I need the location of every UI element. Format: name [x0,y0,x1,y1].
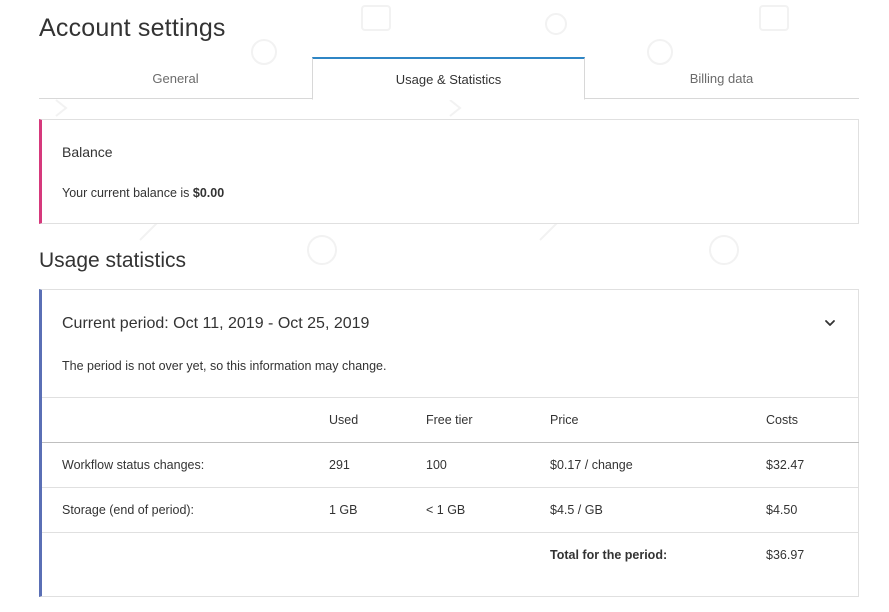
balance-text: Your current balance is $0.00 [62,186,224,200]
usage-section-title: Usage statistics [39,249,187,272]
total-spacer [426,533,550,578]
column-header-label [42,398,329,443]
column-header-price: Price [550,413,579,427]
row-price: $0.17 / change [550,458,633,472]
settings-tabs: General Usage & Statistics Billing data [39,57,859,100]
row-free-tier: 100 [426,458,447,472]
row-price: $4.5 / GB [550,503,603,517]
total-spacer [42,533,329,578]
row-free-tier: < 1 GB [426,503,466,517]
total-label: Total for the period: [550,548,668,563]
balance-text-prefix: Your current balance is [62,186,193,200]
row-costs: $32.47 [766,458,805,472]
table-row: Workflow status changes: 291 100 $0.17 /… [42,443,859,488]
tab-general[interactable]: General [39,57,312,99]
period-note: The period is not over yet, so this info… [62,359,387,373]
usage-card: Current period: Oct 11, 2019 - Oct 25, 2… [39,289,859,597]
table-header-row: Used Free tier Price Costs [42,397,859,443]
balance-card: Balance Your current balance is $0.00 [39,119,859,224]
tab-billing-data[interactable]: Billing data [585,57,858,99]
total-spacer [329,533,426,578]
total-value: $36.97 [766,548,805,563]
chevron-down-icon[interactable] [822,315,838,331]
column-header-used: Used [329,413,359,427]
tab-usage-statistics[interactable]: Usage & Statistics [312,57,585,100]
total-row: Total for the period: $36.97 [42,533,859,578]
row-label: Workflow status changes: [62,458,205,472]
usage-table: Used Free tier Price Costs Workflow stat… [42,397,859,578]
row-used: 1 GB [329,503,358,517]
row-costs: $4.50 [766,503,798,517]
page-title: Account settings [39,14,226,42]
column-header-free-tier: Free tier [426,413,473,427]
row-used: 291 [329,458,350,472]
balance-title: Balance [62,144,113,160]
balance-amount: $0.00 [192,186,225,200]
table-row: Storage (end of period): 1 GB < 1 GB $4.… [42,488,859,533]
column-header-costs: Costs [766,413,798,427]
row-label: Storage (end of period): [62,503,195,517]
period-title: Current period: Oct 11, 2019 - Oct 25, 2… [62,315,370,332]
